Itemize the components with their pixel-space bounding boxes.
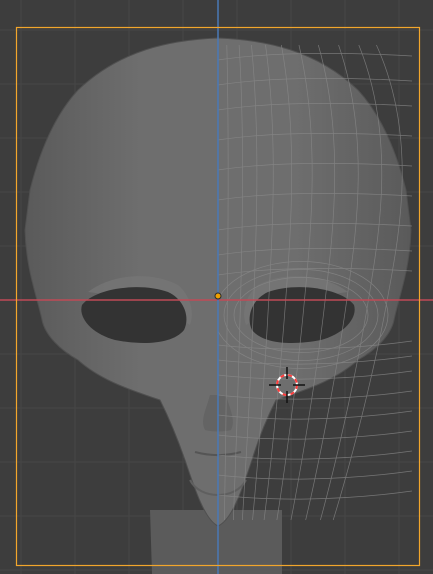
3d-viewport[interactable] — [0, 0, 433, 574]
object-origin-icon[interactable] — [214, 292, 222, 300]
viewport-canvas[interactable] — [0, 0, 433, 574]
